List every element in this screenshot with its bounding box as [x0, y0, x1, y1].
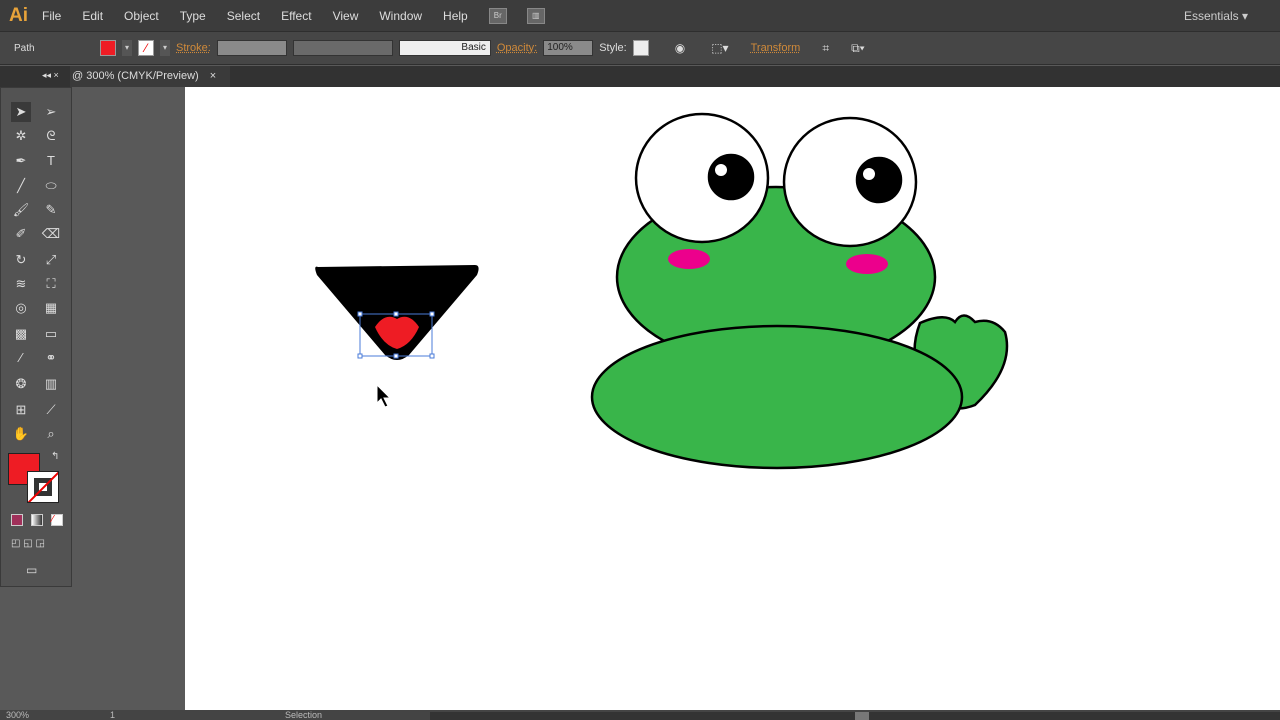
menu-type[interactable]: Type [180, 9, 206, 23]
none-mode-icon[interactable]: ⁄ [51, 514, 63, 526]
screen-mode-icon[interactable]: ▭ [26, 563, 37, 577]
document-tab[interactable]: @ 300% (CMYK/Preview) × [70, 66, 230, 87]
shape-builder-icon[interactable]: ◎ [11, 298, 31, 318]
blob-brush-icon[interactable]: ✐ [11, 224, 31, 244]
menu-file[interactable]: File [42, 9, 61, 23]
paintbrush-icon[interactable]: 🖌 [11, 200, 31, 220]
warp-tool-icon[interactable]: ≋ [11, 274, 31, 294]
opacity-field[interactable]: 100% [543, 40, 594, 56]
graph-tool-icon[interactable]: ▥ [41, 374, 61, 394]
stroke-swatch[interactable]: ⁄ [138, 40, 154, 56]
selection-tool-icon[interactable]: ➤ [11, 102, 31, 122]
artboard-number-field[interactable]: 1 [110, 710, 115, 720]
symbol-sprayer-icon[interactable]: ❂ [11, 374, 31, 394]
close-tab-icon[interactable]: × [210, 70, 216, 82]
zoom-tool-icon[interactable]: ⌕ [41, 424, 61, 444]
type-tool-icon[interactable]: T [41, 151, 61, 171]
brush-label: Basic [461, 42, 486, 53]
perspective-grid-icon[interactable]: ▦ [41, 298, 61, 318]
selection-type: Path [14, 42, 35, 54]
eraser-icon[interactable]: ⌫ [41, 224, 61, 244]
menu-object[interactable]: Object [124, 9, 159, 23]
slice-tool-icon[interactable]: ⟋ [41, 400, 61, 420]
pen-tool-icon[interactable]: ✒ [11, 151, 31, 171]
menu-effect[interactable]: Effect [281, 9, 311, 23]
menu-window[interactable]: Window [379, 9, 422, 23]
free-transform-icon[interactable]: ⛶ [41, 274, 61, 294]
gradient-tool-icon[interactable]: ▭ [41, 324, 61, 344]
draw-modes-icon[interactable]: ◰ ◱ ◲ [11, 538, 45, 549]
status-bar: 300% 1 Selection [0, 710, 1280, 720]
mouth-shape[interactable] [315, 265, 479, 360]
style-swatch[interactable] [632, 40, 649, 56]
variable-width-field[interactable] [292, 40, 393, 56]
rotate-tool-icon[interactable]: ↻ [11, 250, 31, 270]
fill-swatch[interactable] [100, 40, 116, 56]
ellipse-tool-icon[interactable]: ⬭ [41, 176, 61, 196]
pencil-icon[interactable]: ✎ [41, 200, 61, 220]
direct-selection-tool-icon[interactable]: ➢ [41, 102, 61, 122]
gradient-mode-icon[interactable] [31, 514, 43, 526]
menu-edit[interactable]: Edit [82, 9, 103, 23]
stroke-dropdown[interactable]: ▾ [160, 40, 170, 56]
arrange-documents-button[interactable]: ▥ [526, 7, 545, 24]
select-similar-icon[interactable]: ⧉▾ [851, 41, 865, 56]
bridge-button[interactable]: Br [488, 7, 507, 24]
magic-wand-icon[interactable]: ✲ [11, 126, 31, 146]
brush-field[interactable]: Basic [398, 40, 491, 56]
mouse-cursor-icon [376, 383, 392, 408]
document-title: @ 300% (CMYK/Preview) [72, 70, 199, 82]
lasso-icon[interactable]: ᘓ [41, 126, 61, 146]
hand-tool-icon[interactable]: ✋ [11, 424, 31, 444]
opacity-label[interactable]: Opacity: [497, 42, 537, 54]
line-tool-icon[interactable]: ╱ [11, 176, 31, 196]
stroke-weight-field[interactable] [216, 40, 287, 56]
workspace-switcher[interactable]: Essentials ▾ [1184, 9, 1248, 23]
tools-panel: ➤ ➢ ✲ ᘓ ✒ T ╱ ⬭ 🖌 ✎ ✐ ⌫ ↻ ⤢ ≋ ⛶ ◎ ▦ ▩ ▭ … [0, 87, 72, 587]
menu-view[interactable]: View [333, 9, 359, 23]
stroke-label[interactable]: Stroke: [176, 42, 211, 54]
transform-link[interactable]: Transform [751, 42, 801, 54]
control-panel: Path ▾ ⁄ ▾ Stroke: Basic Opacity: 100% St… [0, 31, 1280, 65]
menu-help[interactable]: Help [443, 9, 468, 23]
menu-bar: Ai File Edit Object Type Select Effect V… [0, 0, 1280, 31]
left-cheek [668, 249, 710, 269]
color-mode-icon[interactable] [11, 514, 23, 526]
mesh-tool-icon[interactable]: ▩ [11, 324, 31, 344]
style-label: Style: [599, 42, 627, 54]
isolate-icon[interactable]: ⌗ [822, 41, 829, 56]
blend-tool-icon[interactable]: ⚭ [41, 348, 61, 368]
menu-select[interactable]: Select [227, 9, 260, 23]
align-icon[interactable]: ⬚▾ [711, 41, 728, 55]
scale-tool-icon[interactable]: ⤢ [41, 250, 61, 270]
artboard-canvas[interactable] [185, 87, 1280, 710]
artwork [315, 112, 1009, 470]
current-tool-status[interactable]: Selection [285, 710, 322, 720]
collapse-panel-icon[interactable]: ◂◂ × [42, 70, 59, 81]
stroke-color-box[interactable] [27, 471, 59, 503]
document-tab-bar: ◂◂ × @ 300% (CMYK/Preview) × [0, 66, 1280, 87]
swap-colors-icon[interactable]: ↰ [51, 451, 59, 462]
artboard-tool-icon[interactable]: ⊞ [11, 400, 31, 420]
workspace-label: Essentials [1183, 9, 1239, 23]
fill-dropdown[interactable]: ▾ [122, 40, 132, 56]
zoom-field[interactable]: 300% [6, 710, 29, 720]
eyedropper-icon[interactable]: ⁄ [11, 348, 31, 368]
right-cheek [846, 254, 888, 274]
app-logo: Ai [9, 4, 28, 26]
frog-illustration[interactable] [590, 112, 1009, 470]
horizontal-scrollbar[interactable] [430, 712, 1280, 720]
recolor-icon[interactable]: ◉ [675, 41, 685, 55]
